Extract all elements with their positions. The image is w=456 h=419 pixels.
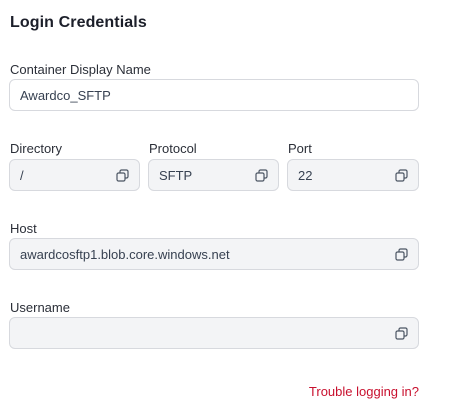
copy-icon[interactable]	[394, 326, 408, 340]
protocol-value: SFTP	[159, 167, 193, 183]
port-field: 22	[287, 159, 419, 191]
directory-field: /	[9, 159, 140, 191]
protocol-label: Protocol	[149, 141, 197, 156]
container-display-name-label: Container Display Name	[10, 62, 151, 77]
port-value: 22	[298, 167, 313, 183]
host-label: Host	[10, 221, 37, 236]
copy-icon[interactable]	[254, 168, 268, 182]
port-label: Port	[288, 141, 312, 156]
copy-icon[interactable]	[394, 168, 408, 182]
directory-label: Directory	[10, 141, 63, 156]
host-field: awardcosftp1.blob.core.windows.net	[9, 238, 419, 270]
username-label: Username	[10, 300, 70, 315]
copy-icon[interactable]	[394, 247, 408, 261]
trouble-logging-in-link[interactable]: Trouble logging in?	[309, 384, 419, 399]
username-field	[9, 317, 419, 349]
protocol-field: SFTP	[148, 159, 279, 191]
copy-icon[interactable]	[115, 168, 129, 182]
container-display-name-input[interactable]: Awardco_SFTP	[9, 79, 419, 111]
directory-value: /	[20, 167, 24, 183]
host-value: awardcosftp1.blob.core.windows.net	[20, 246, 230, 262]
section-title: Login Credentials	[10, 14, 147, 31]
container-display-name-value: Awardco_SFTP	[20, 87, 111, 103]
